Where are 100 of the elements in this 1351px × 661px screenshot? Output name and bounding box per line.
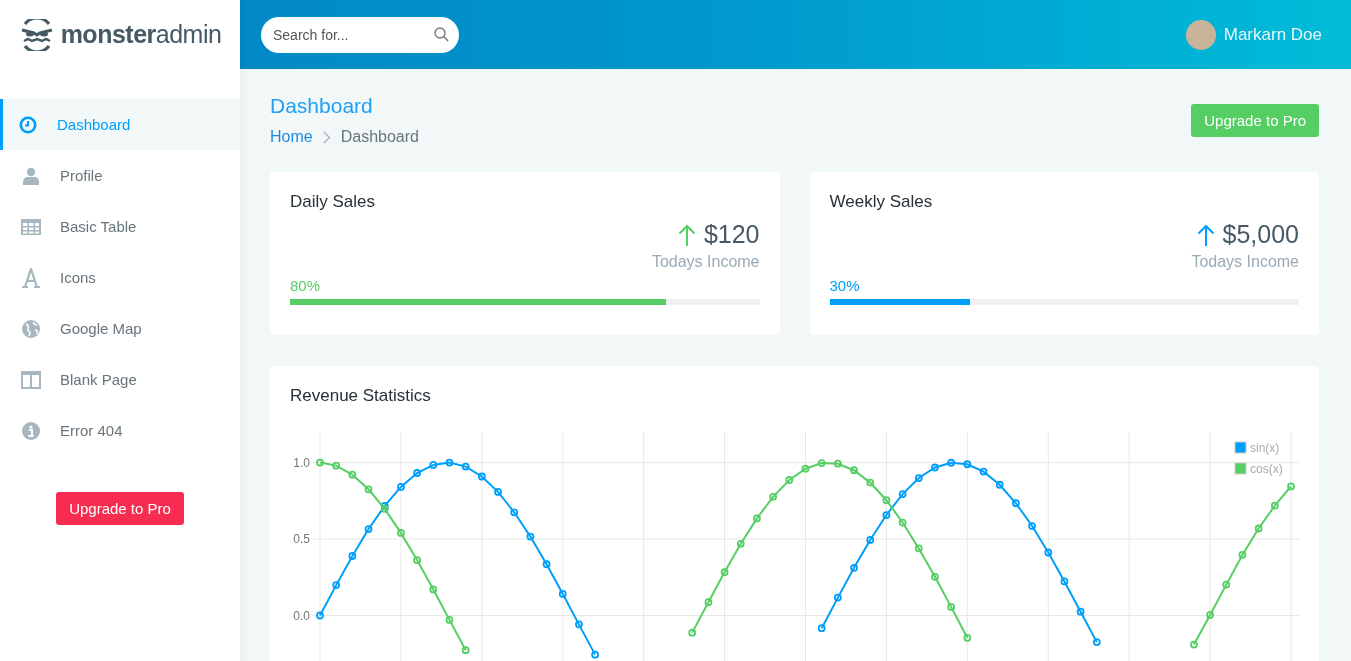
percent-label: 80% bbox=[290, 277, 322, 294]
data-point bbox=[461, 462, 470, 471]
sidebar-item[interactable]: Blank Page bbox=[0, 354, 240, 405]
data-point bbox=[332, 461, 341, 470]
clock-icon bbox=[19, 115, 37, 134]
data-point bbox=[963, 460, 972, 469]
axis-label: 0.0 bbox=[293, 608, 310, 623]
data-point bbox=[833, 593, 842, 602]
sidebar-item[interactable]: Error 404 bbox=[0, 405, 240, 456]
data-point bbox=[445, 458, 454, 467]
data-point bbox=[801, 464, 810, 473]
data-point bbox=[1206, 611, 1214, 619]
data-point bbox=[1222, 580, 1231, 589]
data-point bbox=[510, 508, 519, 517]
data-point bbox=[316, 458, 324, 467]
data-point bbox=[397, 529, 405, 537]
data-point bbox=[850, 466, 858, 475]
amount: $5,000 bbox=[1222, 220, 1299, 249]
data-point bbox=[1012, 499, 1020, 508]
data-point bbox=[380, 501, 389, 510]
data-point bbox=[963, 633, 972, 642]
caption: Todays Income bbox=[651, 253, 760, 271]
data-point bbox=[866, 478, 875, 487]
user-icon bbox=[23, 166, 39, 185]
upgrade-button[interactable]: Upgrade to Pro bbox=[56, 492, 184, 525]
caption: Todays Income bbox=[1191, 253, 1299, 271]
data-point bbox=[688, 628, 697, 637]
sidebar-item[interactable]: Basic Table bbox=[0, 201, 240, 252]
breadcrumb-link[interactable]: Home bbox=[270, 128, 313, 146]
data-point bbox=[931, 572, 939, 581]
data-point bbox=[914, 544, 923, 553]
data-point bbox=[753, 514, 761, 523]
data-point bbox=[591, 650, 599, 659]
font-icon bbox=[21, 267, 41, 288]
data-point bbox=[947, 603, 956, 611]
search-icon bbox=[434, 26, 449, 42]
data-point bbox=[1092, 638, 1101, 646]
page-title: Dashboard bbox=[270, 94, 374, 118]
legend-label: sin(x) bbox=[1250, 441, 1280, 455]
data-point bbox=[914, 474, 923, 482]
card-title: Revenue Statistics bbox=[290, 386, 432, 406]
data-point bbox=[1254, 524, 1263, 533]
data-point bbox=[898, 518, 907, 527]
data-point bbox=[413, 556, 421, 565]
data-point bbox=[785, 476, 794, 484]
data-point bbox=[526, 532, 535, 541]
percent-label: 30% bbox=[829, 277, 861, 294]
data-point bbox=[477, 472, 486, 481]
data-point bbox=[817, 624, 826, 633]
sidebar-item[interactable]: Google Map bbox=[0, 303, 240, 354]
data-point bbox=[850, 563, 858, 572]
data-point bbox=[866, 536, 875, 544]
amount: $120 bbox=[703, 220, 760, 249]
data-point bbox=[833, 459, 842, 468]
data-point bbox=[882, 511, 891, 519]
avatar[interactable] bbox=[1185, 19, 1216, 50]
axis-label: 0.5 bbox=[293, 532, 310, 547]
axis-label: 1.0 bbox=[293, 455, 310, 470]
data-point bbox=[397, 483, 405, 491]
legend-label: cos(x) bbox=[1250, 462, 1283, 476]
data-point bbox=[445, 616, 454, 624]
data-point bbox=[995, 480, 1004, 489]
data-point bbox=[882, 496, 891, 505]
data-point bbox=[1238, 550, 1247, 559]
data-point bbox=[720, 568, 729, 576]
data-point bbox=[736, 539, 745, 548]
data-point bbox=[429, 461, 438, 469]
data-point bbox=[348, 470, 357, 479]
data-point bbox=[898, 490, 907, 498]
data-point bbox=[542, 560, 551, 569]
data-point bbox=[1044, 548, 1053, 557]
logo-text: monsteradmin bbox=[60, 20, 222, 49]
breadcrumb-current: Dashboard bbox=[340, 128, 419, 146]
data-point bbox=[364, 525, 373, 533]
data-point bbox=[1270, 501, 1279, 510]
data-point bbox=[1190, 640, 1198, 649]
data-point bbox=[769, 492, 778, 501]
data-point bbox=[704, 598, 713, 607]
data-point bbox=[413, 469, 421, 477]
data-point bbox=[332, 581, 341, 589]
data-point bbox=[817, 459, 826, 467]
sidebar-item[interactable]: Profile bbox=[0, 150, 240, 201]
data-point bbox=[461, 646, 470, 655]
data-point bbox=[947, 458, 956, 467]
data-point bbox=[931, 463, 939, 472]
sidebar-item[interactable]: Icons bbox=[0, 252, 240, 303]
data-point bbox=[1060, 577, 1069, 586]
data-point bbox=[364, 485, 373, 494]
sidebar-item[interactable]: Dashboard bbox=[0, 99, 240, 150]
search-field[interactable]: Search for... bbox=[261, 16, 459, 53]
data-point bbox=[1076, 607, 1085, 616]
columns-icon bbox=[21, 370, 41, 389]
data-point bbox=[429, 585, 438, 594]
data-point bbox=[979, 467, 988, 476]
data-point bbox=[575, 620, 583, 629]
chevron-right-icon bbox=[322, 130, 331, 144]
data-point bbox=[348, 552, 357, 560]
data-point bbox=[558, 590, 567, 598]
info-icon bbox=[22, 421, 40, 440]
data-point bbox=[1287, 482, 1295, 491]
